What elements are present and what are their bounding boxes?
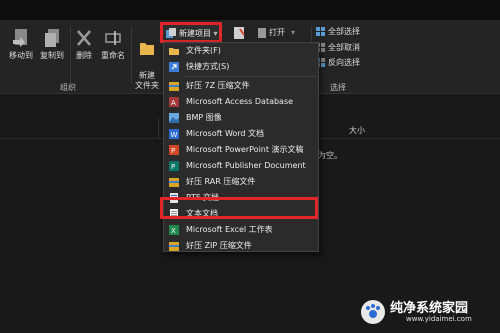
move-to-icon — [13, 29, 27, 47]
menu-item-label: Microsoft Access Database — [186, 97, 294, 106]
new-item-menu: 文件夹(F) 快捷方式(S) 好压 7Z 压缩文件 A Microsoft Ac… — [163, 42, 319, 252]
menu-item-label: 好压 ZIP 压缩文件 — [186, 241, 252, 250]
chevron-down-icon: ▾ — [213, 29, 218, 38]
menu-item-label: 文件夹(F) — [186, 46, 221, 55]
menu-item-publisher[interactable]: P Microsoft Publisher Document — [164, 158, 318, 174]
move-to-button[interactable]: 移动到 — [6, 28, 36, 61]
menu-separator — [184, 76, 316, 77]
access-icon: A — [169, 97, 179, 107]
copy-to-icon — [45, 29, 59, 47]
column-divider — [158, 118, 159, 138]
menu-item-label: Microsoft Word 文档 — [186, 129, 265, 138]
svg-text:X: X — [171, 227, 176, 235]
menu-item-label: Microsoft Excel 工作表 — [186, 225, 273, 234]
copy-to-label: 复制到 — [40, 51, 64, 60]
menu-item-bmp[interactable]: BMP 图像 — [164, 110, 318, 126]
move-to-label: 移动到 — [9, 51, 33, 60]
delete-icon — [77, 30, 91, 46]
publisher-icon: P — [169, 161, 179, 171]
highlight-box — [160, 197, 318, 219]
menu-item-label: Microsoft PowerPoint 演示文稿 — [186, 145, 304, 154]
archive-icon — [169, 242, 179, 251]
open-label: 打开 — [269, 28, 285, 37]
archive-icon — [169, 178, 179, 187]
title-strip — [0, 0, 500, 20]
new-item-label: 新建项目 — [179, 29, 211, 38]
group-label-organize: 组织 — [60, 83, 76, 92]
select-none-label: 全部取消 — [328, 43, 360, 52]
properties-icon — [234, 27, 245, 39]
menu-item-folder[interactable]: 文件夹(F) — [164, 43, 318, 59]
rename-button[interactable]: 重命名 — [98, 28, 128, 61]
rename-icon — [105, 31, 121, 45]
svg-text:P: P — [171, 147, 175, 155]
menu-item-powerpoint[interactable]: P Microsoft PowerPoint 演示文稿 — [164, 142, 318, 158]
menu-item-7z[interactable]: 好压 7Z 压缩文件 — [164, 78, 318, 94]
new-item-icon — [166, 28, 176, 38]
open-icon — [258, 28, 266, 38]
menu-item-label: 好压 7Z 压缩文件 — [186, 81, 250, 90]
delete-label: 删除 — [76, 51, 92, 60]
word-icon: W — [169, 129, 179, 139]
folder-icon — [140, 43, 154, 55]
new-item-button[interactable]: 新建项目 ▾ — [160, 22, 222, 43]
watermark: 纯净系统家园 www.yidaimei.com — [360, 293, 500, 333]
menu-item-rar[interactable]: 好压 RAR 压缩文件 — [164, 174, 318, 190]
group-label-select: 选择 — [330, 83, 346, 92]
menu-item-label: 快捷方式(S) — [186, 62, 230, 71]
menu-item-label: Microsoft Publisher Document — [186, 161, 306, 170]
menu-item-label: 好压 RAR 压缩文件 — [186, 177, 256, 186]
archive-icon — [169, 82, 179, 91]
new-folder-button[interactable]: 新建 文件夹 — [133, 28, 161, 91]
empty-folder-message: 为空。 — [318, 151, 342, 160]
select-all-icon — [316, 27, 325, 36]
powerpoint-icon: P — [169, 145, 179, 155]
new-folder-label: 新建 文件夹 — [135, 71, 159, 90]
column-header-size[interactable]: 大小 — [349, 125, 365, 136]
menu-item-excel[interactable]: X Microsoft Excel 工作表 — [164, 222, 318, 238]
svg-text:A: A — [171, 99, 176, 107]
select-all-label: 全部选择 — [328, 27, 360, 36]
folder-icon — [169, 48, 179, 55]
rename-label: 重命名 — [101, 51, 125, 60]
divider — [131, 26, 132, 84]
svg-text:W: W — [171, 131, 178, 139]
menu-item-access[interactable]: A Microsoft Access Database — [164, 94, 318, 110]
paw-logo-icon — [361, 300, 385, 324]
delete-button[interactable]: 删除 — [72, 28, 96, 61]
menu-item-label: BMP 图像 — [186, 113, 222, 122]
bmp-icon — [169, 113, 179, 123]
watermark-site-name: 纯净系统家园 — [390, 301, 469, 316]
excel-icon: X — [169, 225, 179, 235]
copy-to-button[interactable]: 复制到 — [37, 28, 67, 61]
watermark-url: www.yidaimei.com — [406, 315, 472, 323]
chevron-down-icon: ▾ — [291, 28, 296, 37]
menu-item-word[interactable]: W Microsoft Word 文档 — [164, 126, 318, 142]
menu-item-zip[interactable]: 好压 ZIP 压缩文件 — [164, 238, 318, 254]
menu-item-shortcut[interactable]: 快捷方式(S) — [164, 59, 318, 75]
invert-selection-label: 反向选择 — [328, 58, 360, 67]
divider — [70, 26, 71, 84]
shortcut-icon — [169, 62, 179, 72]
svg-text:P: P — [171, 163, 175, 171]
